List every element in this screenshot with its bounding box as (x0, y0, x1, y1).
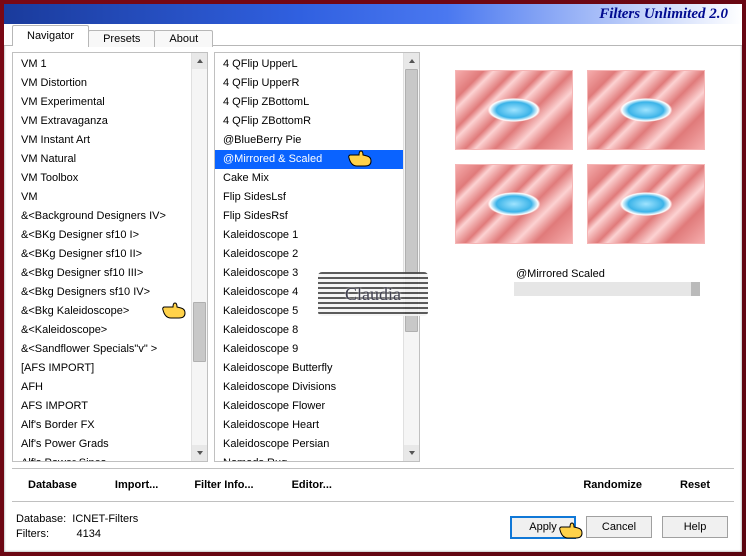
list-item[interactable]: &<Sandflower Specials"v" > (13, 340, 191, 359)
list-item[interactable]: Kaleidoscope 1 (215, 226, 403, 245)
list-item[interactable]: VM Instant Art (13, 131, 191, 150)
list-item[interactable]: Kaleidoscope 2 (215, 245, 403, 264)
list-item[interactable]: Kaleidoscope Heart (215, 416, 403, 435)
tab-presets[interactable]: Presets (88, 30, 155, 47)
list-item[interactable]: Alf's Power Grads (13, 435, 191, 454)
preview-tile (455, 164, 573, 244)
pointer-hand-icon (558, 520, 584, 540)
bottom-bar: Database Import... Filter Info... Editor… (12, 468, 734, 502)
list-item[interactable]: &<Bkg Kaleidoscope> (13, 302, 191, 321)
list-item[interactable]: &<BKg Designer sf10 I> (13, 226, 191, 245)
preview-tile (587, 70, 705, 150)
list-item[interactable]: Kaleidoscope 9 (215, 340, 403, 359)
window-title: Filters Unlimited 2.0 (599, 6, 728, 23)
category-scrollbar[interactable] (191, 53, 207, 461)
list-item[interactable]: Alf's Border FX (13, 416, 191, 435)
pointer-hand-icon (161, 302, 187, 320)
list-item[interactable]: &<Bkg Designer sf10 III> (13, 264, 191, 283)
list-item[interactable]: Nomads Rug (215, 454, 403, 461)
status-bar: Database: ICNET-Filters Filters: 4134 Ap… (4, 502, 742, 552)
preview-area (432, 52, 728, 252)
list-item[interactable]: 4 QFlip UpperR (215, 74, 403, 93)
database-button[interactable]: Database (24, 479, 81, 491)
list-item[interactable]: Kaleidoscope Flower (215, 397, 403, 416)
filter-scrollbar[interactable] (403, 53, 419, 461)
list-item[interactable]: &<Background Designers IV> (13, 207, 191, 226)
list-item[interactable]: &<BKg Designer sf10 II> (13, 245, 191, 264)
parameter-slider[interactable] (514, 282, 700, 296)
filter-info-button[interactable]: Filter Info... (190, 479, 257, 491)
list-item[interactable]: VM Natural (13, 150, 191, 169)
slider-thumb[interactable] (691, 282, 700, 296)
list-item[interactable]: AFH (13, 378, 191, 397)
list-item[interactable]: 4 QFlip UpperL (215, 55, 403, 74)
list-item[interactable]: [AFS IMPORT] (13, 359, 191, 378)
list-item[interactable]: Flip SidesRsf (215, 207, 403, 226)
randomize-button[interactable]: Randomize (579, 479, 646, 491)
list-item[interactable]: 4 QFlip ZBottomL (215, 93, 403, 112)
list-item[interactable]: Alf's Power Sines (13, 454, 191, 461)
scroll-down-icon[interactable] (404, 445, 419, 461)
tab-navigator[interactable]: Navigator (12, 25, 89, 46)
reset-button[interactable]: Reset (676, 479, 714, 491)
scroll-thumb[interactable] (193, 302, 206, 362)
apply-button[interactable]: Apply (510, 516, 576, 539)
list-item[interactable]: VM (13, 188, 191, 207)
list-item[interactable]: &<Kaleidoscope> (13, 321, 191, 340)
list-item[interactable]: VM Experimental (13, 93, 191, 112)
help-button[interactable]: Help (662, 516, 728, 538)
preview-tile (455, 70, 573, 150)
parameter-label: @Mirrored Scaled (514, 268, 700, 280)
list-item[interactable]: AFS IMPORT (13, 397, 191, 416)
list-item[interactable]: Kaleidoscope Butterfly (215, 359, 403, 378)
list-item[interactable]: VM Toolbox (13, 169, 191, 188)
list-item[interactable]: Cake Mix (215, 169, 403, 188)
scroll-up-icon[interactable] (404, 53, 419, 69)
list-item[interactable]: @BlueBerry Pie (215, 131, 403, 150)
list-item[interactable]: Flip SidesLsf (215, 188, 403, 207)
preview-tile (587, 164, 705, 244)
list-item[interactable]: Kaleidoscope Persian (215, 435, 403, 454)
filter-list[interactable]: 4 QFlip UpperL4 QFlip UpperR4 QFlip ZBot… (215, 53, 403, 461)
list-item[interactable]: Kaleidoscope 8 (215, 321, 403, 340)
list-item[interactable]: &<Bkg Designers sf10 IV> (13, 283, 191, 302)
filter-list-wrap: 4 QFlip UpperL4 QFlip UpperR4 QFlip ZBot… (214, 52, 420, 462)
cancel-button[interactable]: Cancel (586, 516, 652, 538)
scroll-up-icon[interactable] (192, 53, 207, 69)
import-button[interactable]: Import... (111, 479, 162, 491)
scroll-down-icon[interactable] (192, 445, 207, 461)
list-item[interactable]: Kaleidoscope Divisions (215, 378, 403, 397)
status-text: Database: ICNET-Filters Filters: 4134 (14, 512, 500, 542)
editor-button[interactable]: Editor... (288, 479, 336, 491)
list-item[interactable]: VM Distortion (13, 74, 191, 93)
tab-strip: Navigator Presets About (4, 24, 742, 46)
list-item[interactable]: VM 1 (13, 55, 191, 74)
title-bar: Filters Unlimited 2.0 (4, 4, 742, 24)
category-list[interactable]: VM 1VM DistortionVM ExperimentalVM Extra… (13, 53, 191, 461)
tab-about[interactable]: About (154, 30, 213, 47)
list-item[interactable]: 4 QFlip ZBottomR (215, 112, 403, 131)
list-item[interactable]: VM Extravaganza (13, 112, 191, 131)
list-item[interactable]: @Mirrored & Scaled (215, 150, 403, 169)
category-list-wrap: VM 1VM DistortionVM ExperimentalVM Extra… (12, 52, 208, 462)
parameter-block: @Mirrored Scaled (514, 268, 700, 296)
pointer-hand-icon (347, 150, 373, 168)
watermark: Claudia (318, 272, 428, 316)
